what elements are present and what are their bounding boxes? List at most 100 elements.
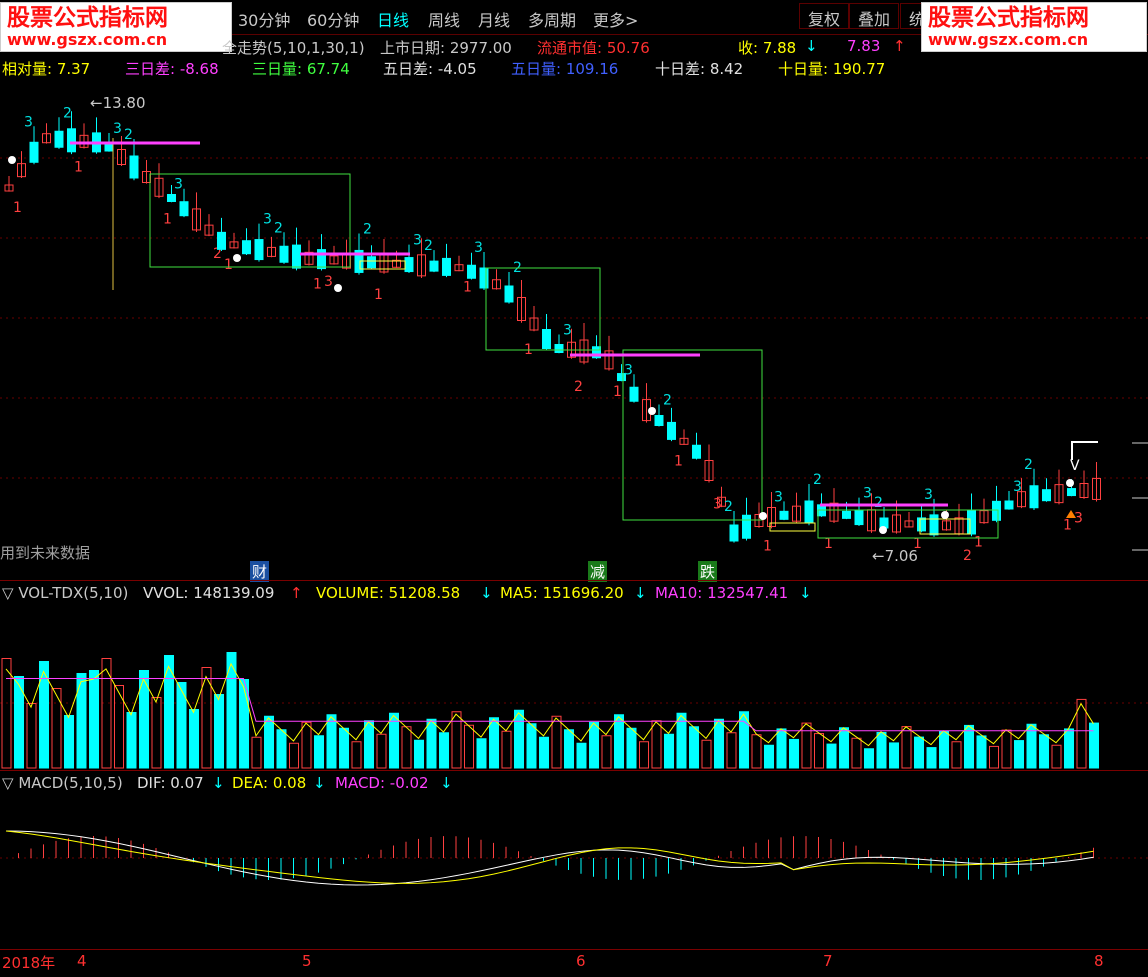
watermark-left: 股票公式指标网 www.gszx.com.cn: [0, 2, 232, 52]
candle-count-label: 2: [874, 495, 883, 511]
volume-bar: [689, 726, 699, 769]
candle-count-label: 3: [563, 323, 572, 339]
tab-60min[interactable]: 60分钟: [307, 7, 359, 31]
candle-count-label: 3: [24, 114, 33, 130]
candlestick-chart[interactable]: 13213 21321321 3213 2132132 13213 21321321321…: [0, 78, 1148, 580]
date-label-jun: 6: [576, 952, 586, 970]
volume-bar: [64, 715, 74, 769]
volume-bar: [1089, 722, 1099, 769]
candle-count-label: 3: [624, 362, 633, 378]
volume-bar: [376, 733, 387, 769]
date-axis: 2018年 4 5 6 7 8: [0, 950, 1148, 977]
dea-arrow: ↓: [313, 774, 326, 792]
watermark-title: 股票公式指标网: [7, 5, 168, 31]
candle-count-label: 3: [174, 177, 183, 193]
tab-weekly[interactable]: 周线: [428, 7, 460, 31]
signal-dot: [648, 407, 656, 415]
candle-body: [367, 256, 376, 269]
volume-bar: [714, 718, 724, 769]
volume-bar: [401, 726, 412, 769]
candle-body: [217, 231, 226, 250]
tab-daily[interactable]: 日线: [377, 7, 409, 31]
volume-bar: [314, 735, 324, 769]
candle-count-label: 3: [924, 487, 933, 503]
marker-reduce[interactable]: 减: [588, 561, 608, 582]
date-label-aug: 8: [1094, 952, 1104, 970]
tab-more[interactable]: 更多>: [593, 7, 638, 31]
up-arrow: ↑: [893, 37, 906, 55]
candle-body: [504, 285, 514, 303]
candle-body: [1042, 489, 1051, 502]
watermark-url-right: www.gszx.com.cn: [928, 30, 1089, 49]
dif-arrow: ↓: [212, 774, 225, 792]
volume-bar: [814, 733, 824, 769]
volume-chart[interactable]: [0, 603, 1148, 770]
volume-bar: [551, 715, 562, 769]
volume-bar: [876, 731, 887, 769]
low-price-label: ←7.06: [872, 547, 918, 565]
candle-body: [1004, 500, 1014, 510]
date-label-year: 2018年: [2, 954, 56, 972]
volume-bar: [264, 715, 274, 769]
candle-body: [729, 524, 739, 542]
watermark-url: www.gszx.com.cn: [7, 30, 168, 49]
candle-count-label: 2: [274, 220, 283, 236]
volume-bar: [89, 670, 99, 769]
volume-bar: [326, 714, 337, 769]
candle-count-label: 2: [363, 221, 372, 237]
volume-bar: [1064, 728, 1074, 769]
volume-bar: [839, 727, 849, 769]
volume-bar: [776, 728, 787, 769]
volume-bar: [539, 736, 549, 769]
marker-drop[interactable]: 跌: [698, 561, 718, 582]
down-arrow: ↓: [805, 37, 818, 55]
signal-dot: [334, 284, 342, 292]
candle-body: [29, 141, 39, 163]
indicator-name: 全走势(5,10,1,30,1): [222, 39, 365, 57]
volume-bar: [26, 703, 37, 769]
ten-day-volume: 十日量: 190.77: [778, 60, 886, 78]
volume-bar: [939, 730, 949, 769]
tab-30min[interactable]: 30分钟: [238, 7, 290, 31]
macd-value: MACD: -0.02: [335, 774, 429, 792]
overlay-button[interactable]: 叠加: [849, 3, 900, 29]
volume-bar: [451, 711, 462, 769]
volume-bar: [651, 720, 662, 769]
candle-body: [929, 514, 939, 536]
candle-body: [254, 239, 264, 261]
candle-body: [554, 344, 564, 353]
volume-bar: [851, 737, 862, 769]
candle-body: [692, 444, 701, 459]
candle-count-label: 2: [813, 472, 822, 488]
close-price: 收: 7.88: [738, 39, 797, 57]
candle-body: [479, 267, 489, 289]
date-label-may: 5: [302, 952, 312, 970]
candle-count-label: 2: [963, 548, 972, 564]
volume-bar: [764, 744, 774, 769]
candle-body: [292, 244, 301, 269]
volume-bar: [589, 721, 599, 769]
tab-monthly[interactable]: 月线: [478, 7, 510, 31]
corner-v-label: V: [1070, 458, 1080, 474]
candle-body: [742, 514, 751, 539]
candle-body: [67, 128, 76, 153]
candle-count-label: 2: [63, 105, 72, 121]
candle-count-label: 3: [113, 121, 122, 137]
tab-multi-period[interactable]: 多周期: [528, 7, 576, 31]
volume-bar: [1, 658, 12, 769]
restore-rights-button[interactable]: 复权: [799, 3, 850, 29]
five-day-volume: 五日量: 109.16: [511, 60, 619, 78]
candle-count-label: 2: [724, 499, 733, 515]
candle-count-label: 3: [774, 489, 783, 505]
candle-body: [179, 201, 189, 217]
candle-body: [917, 517, 926, 532]
volume-arrow: ↓: [480, 584, 493, 602]
signal-dot: [879, 526, 887, 534]
candle-count-label: 2: [1024, 457, 1033, 473]
marker-finance[interactable]: 财: [250, 561, 270, 582]
vvol-value: VVOL: 148139.09: [143, 584, 275, 602]
macd-chart[interactable]: [0, 793, 1148, 949]
volume-bar: [364, 720, 374, 769]
candle-count-label: 1: [13, 200, 22, 216]
trend-box: [622, 349, 763, 521]
